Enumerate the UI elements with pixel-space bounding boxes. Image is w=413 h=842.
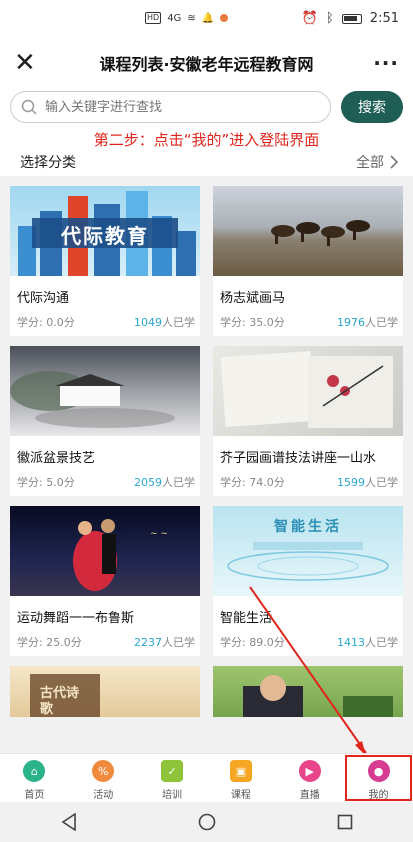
learner-unit: 人已学: [162, 476, 195, 489]
course-thumbnail: [213, 346, 403, 436]
chevron-right-icon: [390, 155, 399, 169]
tab-label: 首页: [24, 790, 45, 801]
course-card[interactable]: ~ ~ 运动舞蹈一一布鲁斯 学分: 25.0分 2237人已学: [10, 506, 200, 656]
credit-label: 学分:: [220, 476, 246, 489]
live-icon: ▶: [298, 760, 321, 782]
svg-text:~ ~: ~ ~: [150, 529, 168, 539]
course-name: 运动舞蹈一一布鲁斯: [17, 611, 135, 626]
credit-value: 89.0分: [249, 636, 285, 649]
course-name: 代际沟通: [17, 291, 70, 306]
tab-label: 活动: [93, 790, 114, 801]
app-header: ✕ 课程列表·安徽老年远程教育网 ···: [0, 40, 413, 86]
bottom-tab-bar: ⌂ 首页 % 活动 ✓ 培训 ▣ 课程 ▶ 直播 ● 我的: [0, 753, 413, 802]
activity-icon: %: [92, 760, 115, 782]
credit-value: 74.0分: [249, 476, 285, 489]
course-thumbnail: [213, 186, 403, 276]
category-all-label: 全部: [356, 155, 384, 171]
status-bar: HD 4G ≋ 🔔 ⏰ ᛒ 2:51: [0, 0, 413, 40]
system-nav-bar: [0, 802, 413, 842]
search-row: 搜索: [0, 86, 413, 128]
tab-label: 培训: [162, 790, 183, 801]
credit-label: 学分:: [220, 316, 246, 329]
back-icon[interactable]: [61, 813, 77, 831]
home-icon: ⌂: [23, 760, 46, 782]
signal-icon: 4G: [167, 12, 182, 24]
learner-count: 2237: [134, 636, 162, 649]
credit-value: 0.0分: [46, 316, 75, 329]
course-card[interactable]: 代际教育 代际沟通 学分: 0.0分 1049人已学: [10, 186, 200, 336]
course-thumbnail: ~ ~: [10, 506, 200, 596]
course-name: 芥子园画谱技法讲座一山水: [220, 451, 377, 466]
tab-mine[interactable]: ● 我的: [344, 754, 413, 802]
bluetooth-icon: ᛒ: [325, 11, 334, 26]
home-nav-icon[interactable]: [198, 813, 216, 831]
course-card[interactable]: 古代诗歌: [10, 666, 200, 717]
hd-icon: HD: [145, 12, 162, 24]
learner-unit: 人已学: [162, 636, 195, 649]
course-card[interactable]: 芥子园画谱技法讲座一山水 学分: 74.0分 1599人已学: [213, 346, 403, 496]
learner-unit: 人已学: [162, 316, 195, 329]
credit-label: 学分:: [17, 636, 43, 649]
learner-unit: 人已学: [365, 636, 398, 649]
course-thumbnail: 古代诗歌: [10, 666, 200, 717]
credit-label: 学分:: [17, 476, 43, 489]
course-thumbnail: 代际教育: [10, 186, 200, 276]
search-box[interactable]: [10, 91, 331, 123]
app-notification-icon: [220, 14, 229, 22]
learner-count: 1599: [337, 476, 365, 489]
course-card[interactable]: 杨志斌画马 学分: 35.0分 1976人已学: [213, 186, 403, 336]
learner-count: 1049: [134, 316, 162, 329]
page-title: 课程列表·安徽老年远程教育网: [99, 55, 314, 74]
recent-apps-icon[interactable]: [337, 814, 353, 830]
status-time: 2:51: [369, 11, 399, 26]
close-icon[interactable]: ✕: [14, 50, 42, 76]
wifi-icon: ≋: [187, 12, 196, 24]
course-icon: ▣: [229, 760, 252, 782]
course-thumbnail: [10, 346, 200, 436]
learner-count: 2059: [134, 476, 162, 489]
tab-activity[interactable]: % 活动: [69, 754, 138, 802]
thumbnail-text: 智能生活: [274, 519, 342, 535]
tab-home[interactable]: ⌂ 首页: [0, 754, 69, 802]
course-card[interactable]: 徽派盆景技艺 学分: 5.0分 2059人已学: [10, 346, 200, 496]
category-row: 选择分类 全部: [0, 152, 413, 176]
search-button[interactable]: 搜索: [341, 91, 403, 123]
alarm-icon: ⏰: [301, 11, 318, 26]
credit-label: 学分:: [220, 636, 246, 649]
learner-count: 1413: [337, 636, 365, 649]
search-input[interactable]: [45, 99, 330, 115]
more-icon[interactable]: ···: [371, 51, 399, 75]
course-grid: 代际教育 代际沟通 学分: 0.0分 1049人已学 杨志斌画马 学分: 35.…: [0, 176, 413, 717]
category-all-button[interactable]: 全部: [356, 152, 399, 172]
tab-label: 课程: [230, 790, 251, 801]
course-card[interactable]: 智能生活 智能生活 学分: 89.0分 1413人已学: [213, 506, 403, 656]
tab-label: 直播: [299, 790, 320, 801]
credit-value: 25.0分: [46, 636, 82, 649]
course-name: 杨志斌画马: [220, 291, 286, 306]
thumbnail-text: 古代诗歌: [40, 686, 80, 717]
category-label: 选择分类: [20, 155, 76, 171]
notification-icon: 🔔: [201, 12, 215, 24]
course-name: 徽派盆景技艺: [17, 451, 96, 466]
search-icon: [21, 99, 37, 115]
instruction-annotation: 第二步：点击“我的”进入登陆界面: [0, 128, 413, 152]
learner-unit: 人已学: [365, 476, 398, 489]
tab-label: 我的: [368, 790, 389, 801]
course-name: 智能生活: [220, 611, 273, 626]
learner-unit: 人已学: [365, 316, 398, 329]
course-thumbnail: [213, 666, 403, 717]
battery-icon: [341, 13, 362, 24]
training-icon: ✓: [161, 760, 184, 782]
course-card[interactable]: [213, 666, 403, 717]
user-icon: ●: [367, 760, 390, 782]
tab-live[interactable]: ▶ 直播: [275, 754, 344, 802]
credit-value: 35.0分: [249, 316, 285, 329]
thumbnail-text: 代际教育: [61, 224, 149, 248]
credit-value: 5.0分: [46, 476, 75, 489]
tab-course[interactable]: ▣ 课程: [206, 754, 275, 802]
course-thumbnail: 智能生活: [213, 506, 403, 596]
tab-training[interactable]: ✓ 培训: [138, 754, 207, 802]
credit-label: 学分:: [17, 316, 43, 329]
learner-count: 1976: [337, 316, 365, 329]
